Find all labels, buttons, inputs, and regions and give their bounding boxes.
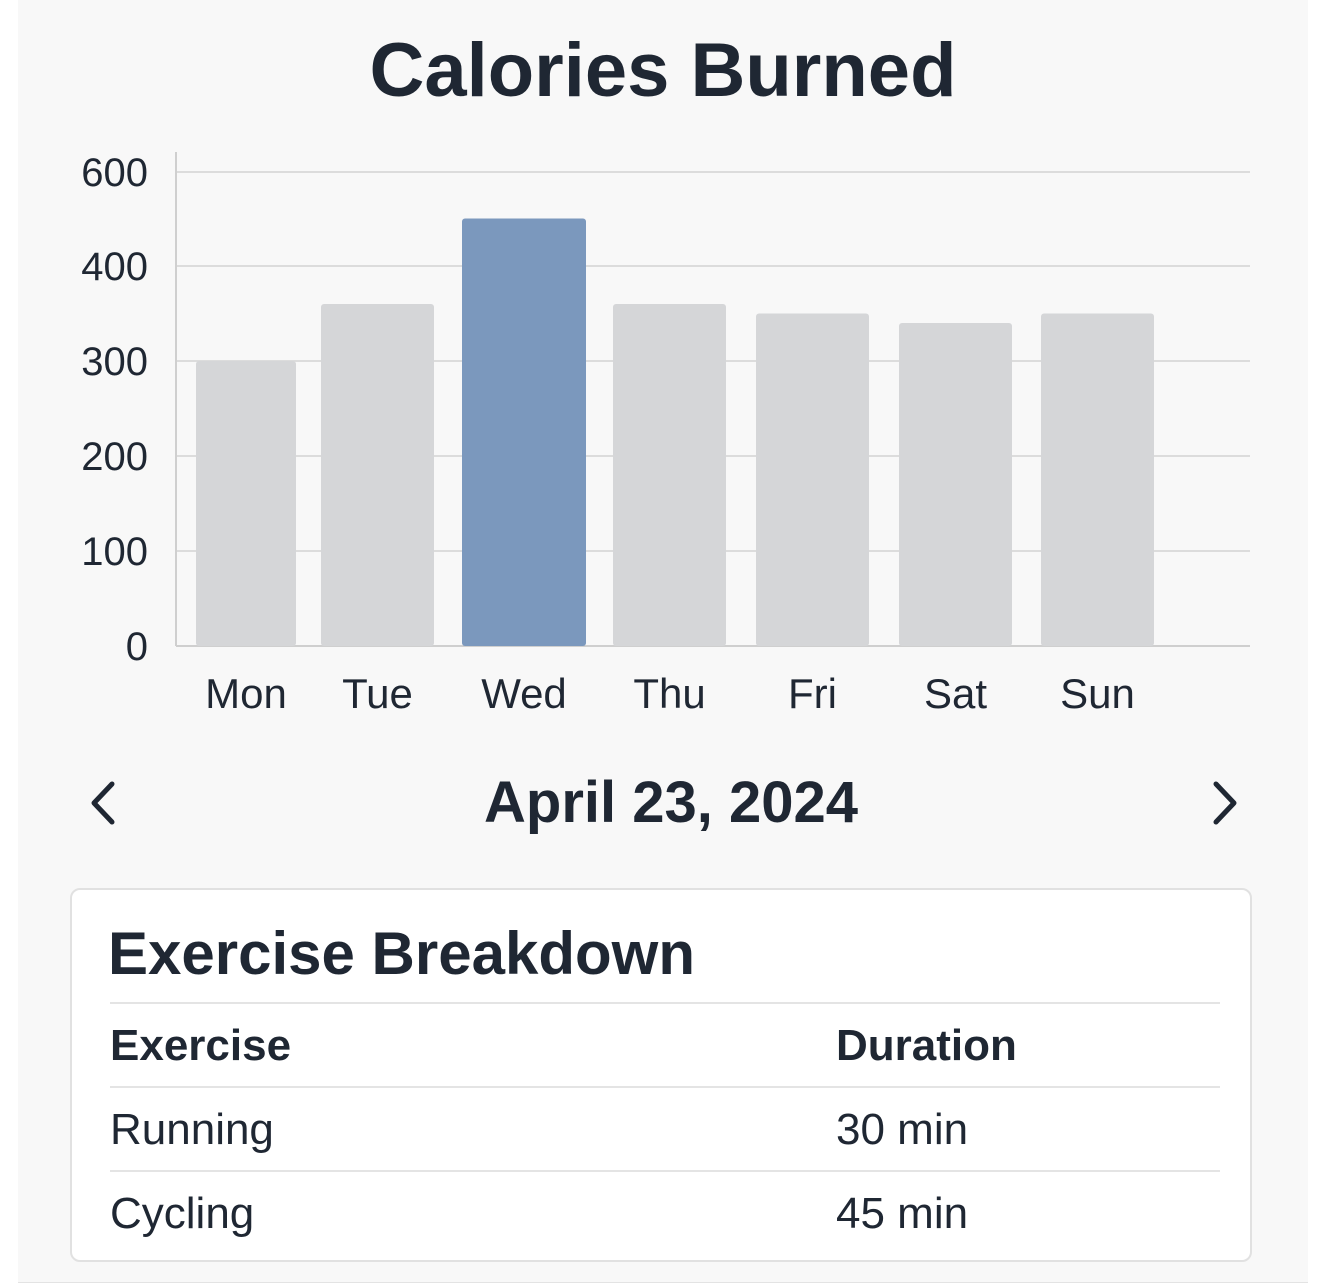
exercise-name: Cycling: [110, 1189, 255, 1238]
table-row: Running 30 min: [110, 1086, 1220, 1170]
x-tick-label: Thu: [633, 670, 705, 717]
card-title: Exercise Breakdown: [108, 920, 695, 987]
column-header-duration: Duration: [836, 1021, 1017, 1070]
calories-screen: 0 100 200 300 400 600 Mon Tue Wed Thu Fri Sat Sun C…: [18, 0, 1308, 1283]
x-tick-label: Sun: [1060, 670, 1135, 717]
bar-thu[interactable]: [613, 304, 726, 646]
x-tick-label: Wed: [481, 670, 567, 717]
column-header-exercise: Exercise: [110, 1021, 292, 1070]
bar-tue[interactable]: [321, 304, 434, 646]
exercise-breakdown-card: Exercise Breakdown Exercise Duration Run…: [70, 888, 1252, 1262]
exercise-duration: 30 min: [836, 1105, 969, 1154]
bar-sat[interactable]: [899, 323, 1012, 646]
date-navigator: April 23, 2024: [18, 760, 1308, 850]
selected-date: April 23, 2024: [484, 770, 858, 835]
y-tick-label: 400: [81, 245, 148, 289]
chevron-right-icon: [1213, 781, 1237, 825]
x-tick-label: Tue: [342, 670, 413, 717]
exercise-name: Running: [110, 1105, 274, 1154]
bar-wed[interactable]: [462, 218, 586, 647]
chart-bars: [196, 218, 1154, 647]
y-tick-label: 0: [126, 625, 148, 669]
y-tick-label: 300: [81, 340, 148, 384]
bar-sun[interactable]: [1041, 313, 1154, 647]
y-tick-label: 600: [81, 151, 148, 195]
bar-fri[interactable]: [756, 313, 869, 647]
exercise-duration: 45 min: [836, 1189, 969, 1238]
y-tick-labels: 0 100 200 300 400 600: [81, 151, 148, 669]
x-tick-label: Mon: [205, 670, 287, 717]
chart-title: Calories Burned: [369, 28, 957, 113]
x-tick-label: Sat: [924, 670, 987, 717]
y-tick-label: 200: [81, 435, 148, 479]
bar-mon[interactable]: [196, 361, 296, 646]
table-row: Cycling 45 min: [110, 1170, 1220, 1254]
table-header-row: Exercise Duration: [110, 1002, 1220, 1086]
y-tick-label: 100: [81, 530, 148, 574]
x-tick-label: Fri: [788, 670, 837, 717]
exercise-table: Exercise Duration Running 30 min Cycling…: [110, 1002, 1220, 1254]
next-day-button[interactable]: [1198, 778, 1248, 828]
x-tick-labels: Mon Tue Wed Thu Fri Sat Sun: [205, 670, 1135, 717]
